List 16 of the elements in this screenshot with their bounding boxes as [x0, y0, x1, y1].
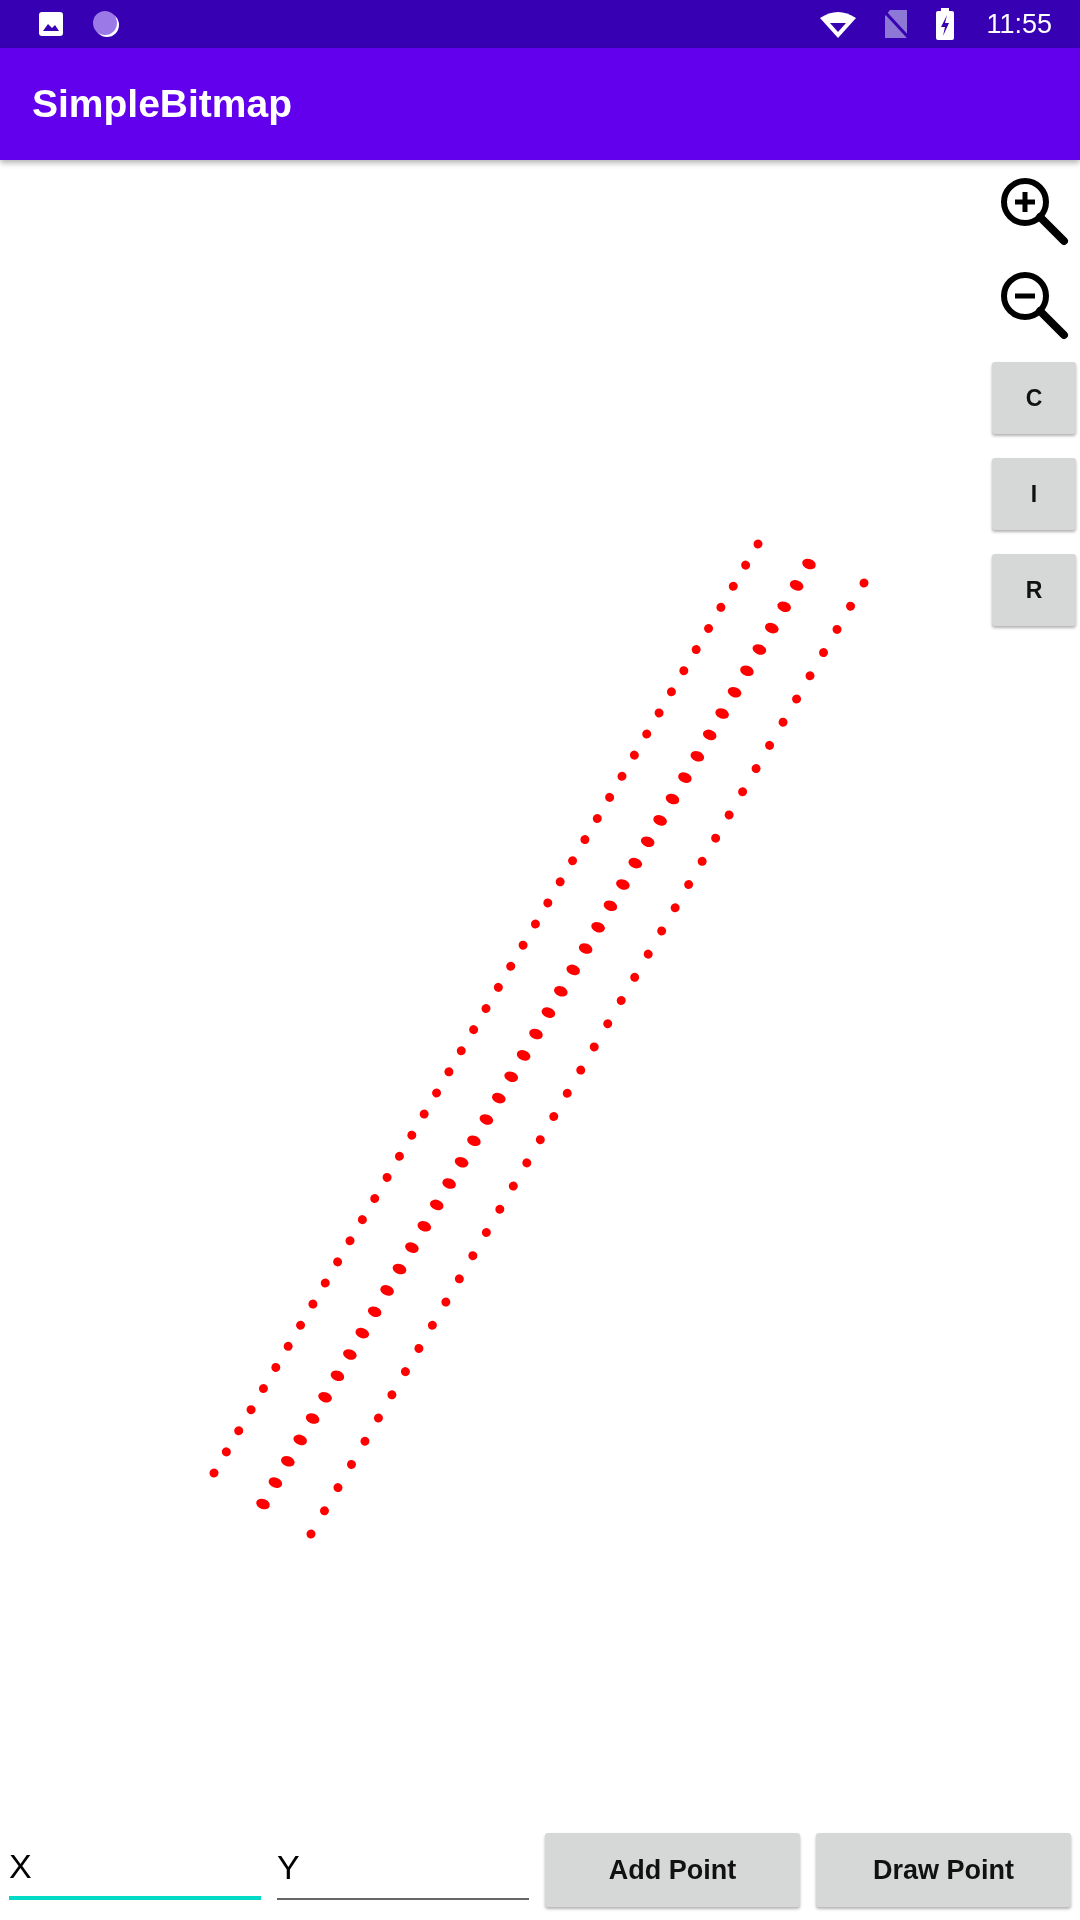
letter-button[interactable]: C: [992, 362, 1076, 434]
no-sim-icon: [884, 9, 909, 39]
battery-icon: [936, 8, 955, 40]
action-button[interactable]: Draw Point: [816, 1833, 1071, 1907]
letter-button[interactable]: R: [992, 554, 1076, 626]
zoom-out-icon: [998, 269, 1070, 341]
coordinate-field[interactable]: Y: [277, 1840, 529, 1900]
loading-icon: [92, 10, 120, 38]
app-title: SimpleBitmap: [32, 82, 293, 126]
action-button[interactable]: Add Point: [545, 1833, 800, 1907]
letter-button[interactable]: I: [992, 458, 1076, 530]
clock-time: 11:55: [986, 8, 1052, 40]
image-icon: [38, 11, 64, 37]
zoom-in-icon: [998, 175, 1070, 247]
coordinate-field[interactable]: X: [9, 1840, 261, 1900]
wifi-icon: [820, 10, 857, 38]
